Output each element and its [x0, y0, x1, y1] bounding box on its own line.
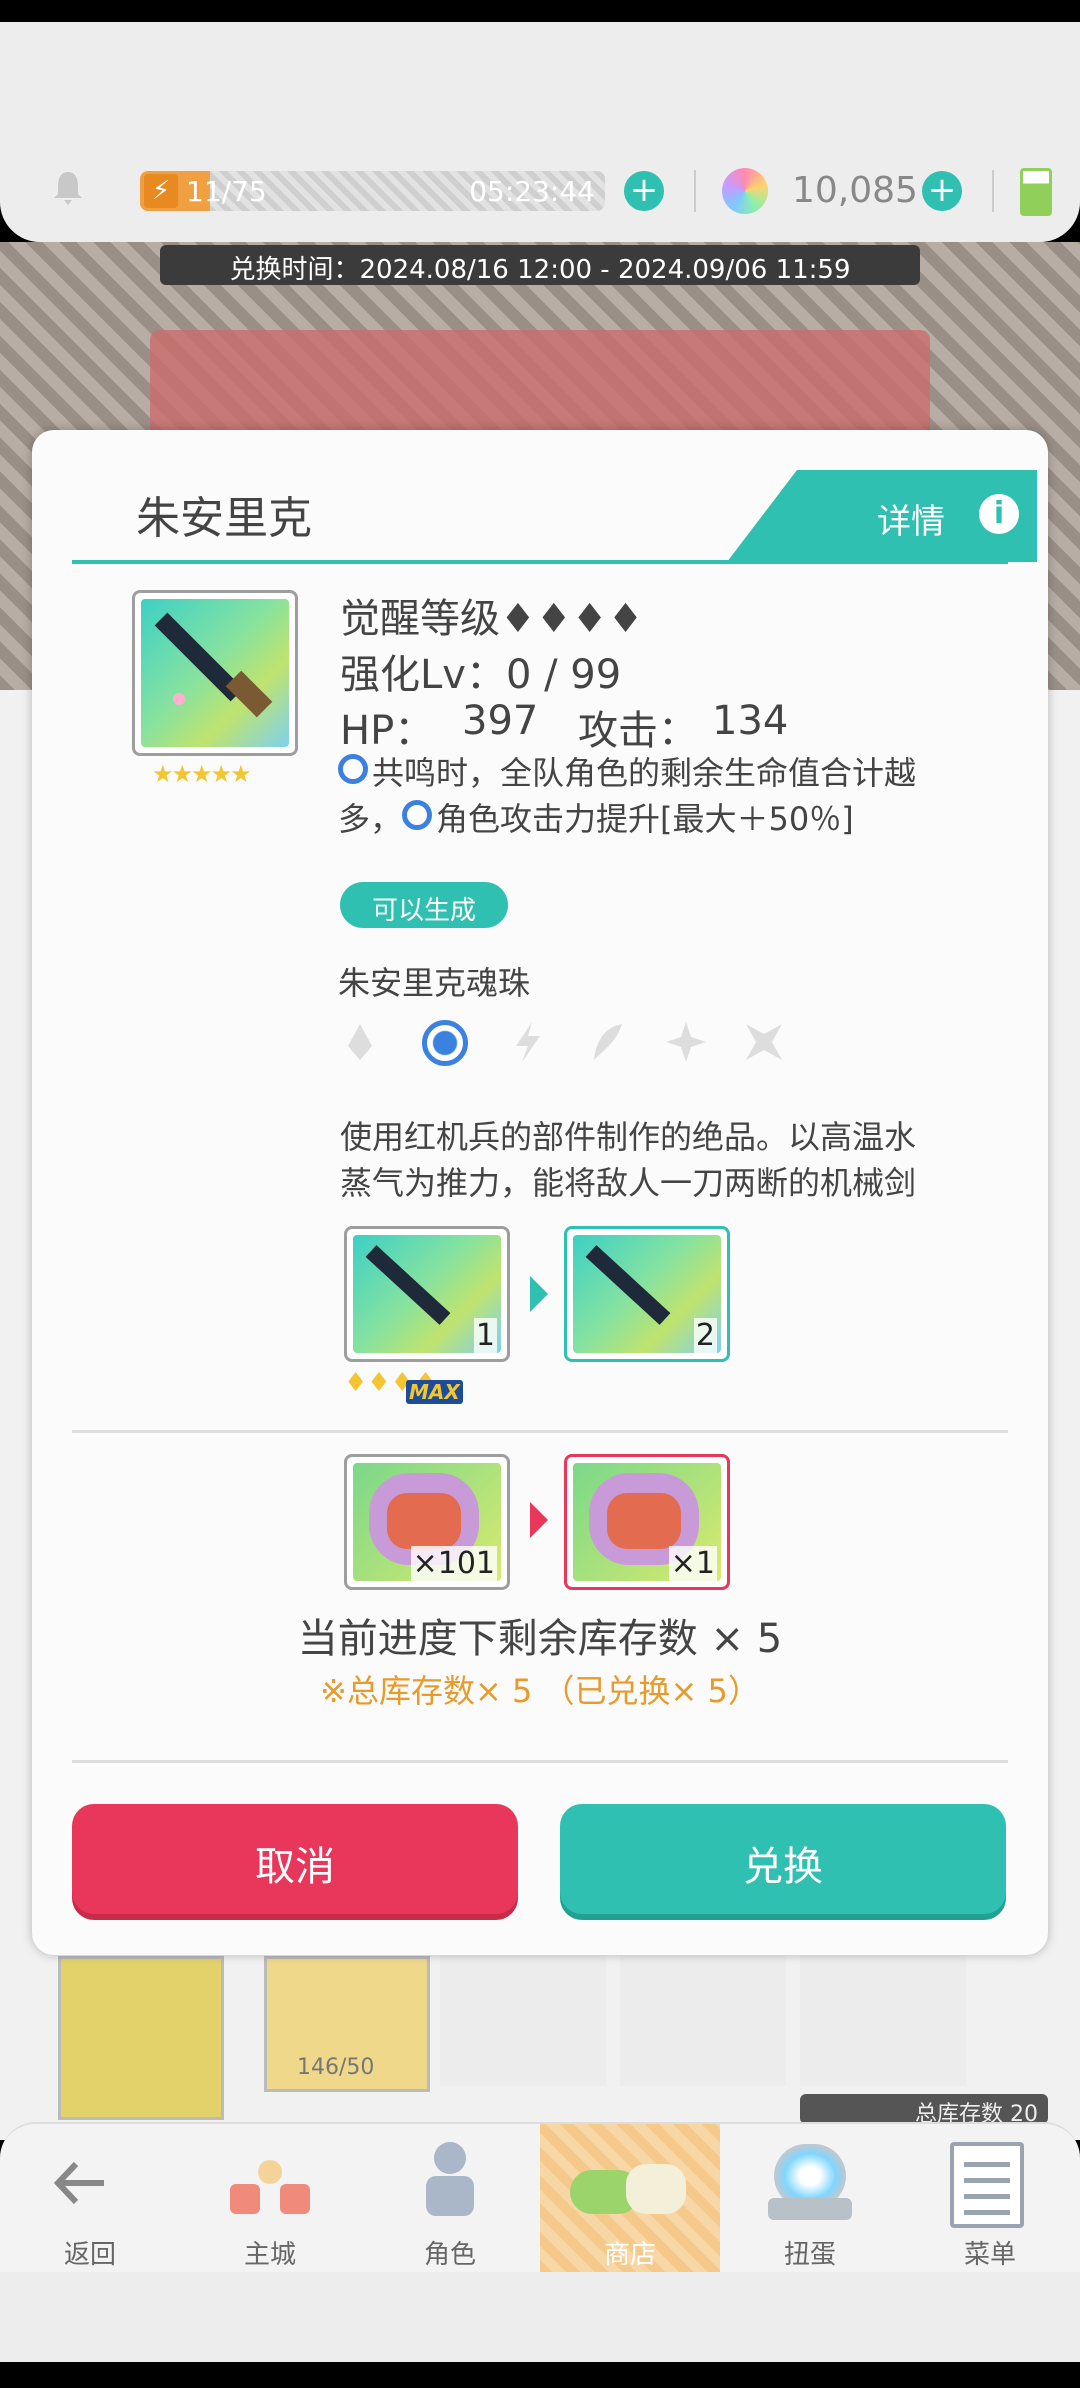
- rarity-stars: ★★★★★: [152, 760, 252, 788]
- upgrade-from-count: 1: [473, 1318, 497, 1353]
- title-underline: [72, 560, 1008, 564]
- shop-item-slot[interactable]: 146/50: [264, 1956, 430, 2092]
- shop-item-slot: [440, 1956, 606, 2086]
- nav-menu[interactable]: 菜单: [900, 2124, 1080, 2274]
- selected-element-icon[interactable]: [422, 1020, 468, 1066]
- bell-icon[interactable]: [48, 168, 88, 208]
- detail-label: 详情: [877, 502, 945, 542]
- soul-orb-label: 朱安里克魂珠: [338, 964, 531, 1002]
- info-icon: i: [979, 494, 1019, 534]
- hp-value: 397: [462, 698, 539, 744]
- dialog-title: 朱安里克: [136, 493, 312, 544]
- wind-element-icon[interactable]: [586, 1020, 630, 1064]
- divider: [992, 170, 994, 212]
- cancel-button[interactable]: 取消: [72, 1804, 518, 1914]
- section-divider: [72, 1430, 1008, 1433]
- nav-menu-label: 菜单: [963, 2240, 1016, 2270]
- character-icon: [420, 2142, 480, 2224]
- generate-badge-label: 可以生成: [371, 896, 476, 926]
- material-to-icon: ×1: [564, 1454, 730, 1590]
- enhance-level: 强化Lv：0 / 99: [340, 652, 622, 698]
- water-element-icon[interactable]: [338, 1020, 382, 1064]
- lightning-element-icon[interactable]: [506, 1020, 550, 1064]
- item-progress: 146/50: [297, 2055, 375, 2080]
- exchange-period-bar: 兑换时间：2024.08/16 12:00 - 2024.09/06 11:59: [160, 245, 920, 285]
- back-arrow-icon: [50, 2158, 110, 2208]
- light-element-icon[interactable]: [664, 1020, 708, 1064]
- attack-value: 134: [712, 698, 789, 744]
- battery-icon: [1020, 168, 1052, 216]
- nav-main-city-label: 主城: [243, 2240, 296, 2270]
- material-from-count: ×101: [410, 1546, 497, 1581]
- stamina-value: 11/75: [186, 175, 267, 208]
- dark-element-icon[interactable]: [742, 1020, 786, 1064]
- resonance-icon: [338, 754, 368, 784]
- shop-item-slot: [620, 1956, 786, 2086]
- weapon-icon-frame[interactable]: [132, 590, 298, 756]
- nav-gacha-label: 扭蛋: [783, 2240, 836, 2270]
- arrow-right-icon: [530, 1276, 548, 1312]
- gacha-icon: [768, 2144, 852, 2224]
- add-stamina-button[interactable]: +: [624, 171, 664, 211]
- nav-gacha[interactable]: 扭蛋: [720, 2124, 900, 2274]
- divider: [694, 170, 696, 212]
- menu-icon: [950, 2142, 1024, 2228]
- arrow-right-icon: [530, 1502, 548, 1538]
- stamina-timer: 05:23:44: [469, 175, 595, 208]
- sword-icon: [141, 599, 289, 747]
- nav-back[interactable]: 返回: [0, 2124, 180, 2274]
- shop-item-slot: [800, 1956, 966, 2086]
- material-orb-icon: ×1: [573, 1463, 721, 1581]
- stamina-bar: ⚡ 11/75 05:23:44: [140, 171, 605, 211]
- material-to-count: ×1: [668, 1546, 717, 1581]
- exchange-period-text: 兑换时间：2024.08/16 12:00 - 2024.09/06 11:59: [229, 255, 851, 285]
- add-gems-button[interactable]: +: [922, 171, 962, 211]
- effect-line-2b: 角色攻击力提升[最大＋50％]: [436, 800, 854, 838]
- nav-character-label: 角色: [423, 2240, 476, 2270]
- system-nav-bar: [0, 2272, 1080, 2362]
- sword-icon: 2: [573, 1235, 721, 1353]
- remaining-stock: 当前进度下剩余库存数 × 5: [297, 1616, 783, 1662]
- upgrade-to-count: 2: [693, 1318, 717, 1353]
- banner-title-art: [150, 330, 930, 440]
- lightning-icon: ⚡: [144, 174, 178, 208]
- shop-item-slot[interactable]: [58, 1956, 224, 2120]
- upgrade-from-icon: 1: [344, 1226, 510, 1362]
- main-city-icon: [220, 2154, 320, 2224]
- nav-back-label: 返回: [63, 2240, 116, 2270]
- total-stock: ※总库存数× 5 （已兑换× 5）: [320, 1672, 760, 1710]
- description-line-2: 蒸气为推力，能将敌人一刀两断的机械剑: [340, 1164, 917, 1202]
- exchange-label: 兑换: [743, 1844, 823, 1890]
- nav-main-city[interactable]: 主城: [180, 2124, 360, 2274]
- section-divider: [72, 1760, 1008, 1763]
- item-detail-dialog: 朱安里克 详情 i ★★★★★ 觉醒等级♦♦♦♦ 强化Lv：0 / 99 HP：…: [32, 430, 1048, 1955]
- rainbow-gem-icon: [722, 168, 768, 214]
- max-badge: MAX: [406, 1380, 463, 1404]
- sword-icon: 1: [353, 1235, 501, 1353]
- nav-shop-label: 商店: [603, 2240, 656, 2270]
- bottom-navigation: 返回 主城 角色 商店 扭蛋 菜单: [0, 2122, 1080, 2274]
- material-orb-icon: ×101: [353, 1463, 501, 1581]
- effect-line-1: 共鸣时，全队角色的剩余生命值合计越: [372, 754, 917, 792]
- description-line-1: 使用红机兵的部件制作的绝品。以高温水: [340, 1118, 917, 1156]
- cancel-label: 取消: [255, 1844, 335, 1890]
- awaken-level: 觉醒等级♦♦♦♦: [340, 596, 644, 642]
- shop-icon: [570, 2150, 690, 2220]
- effect-line-2a: 多，: [338, 800, 403, 838]
- nav-character[interactable]: 角色: [360, 2124, 540, 2274]
- resonance-icon: [402, 800, 432, 830]
- exchange-button[interactable]: 兑换: [560, 1804, 1006, 1914]
- gems-value: 10,085: [792, 170, 918, 211]
- material-from-icon: ×101: [344, 1454, 510, 1590]
- nav-shop[interactable]: 商店: [540, 2124, 720, 2274]
- upgrade-to-icon: 2: [564, 1226, 730, 1362]
- detail-tab[interactable]: 详情 i: [727, 470, 1037, 562]
- generate-badge: 可以生成: [340, 882, 508, 928]
- stock-hint-bar: 总库存数 20: [800, 2094, 1048, 2127]
